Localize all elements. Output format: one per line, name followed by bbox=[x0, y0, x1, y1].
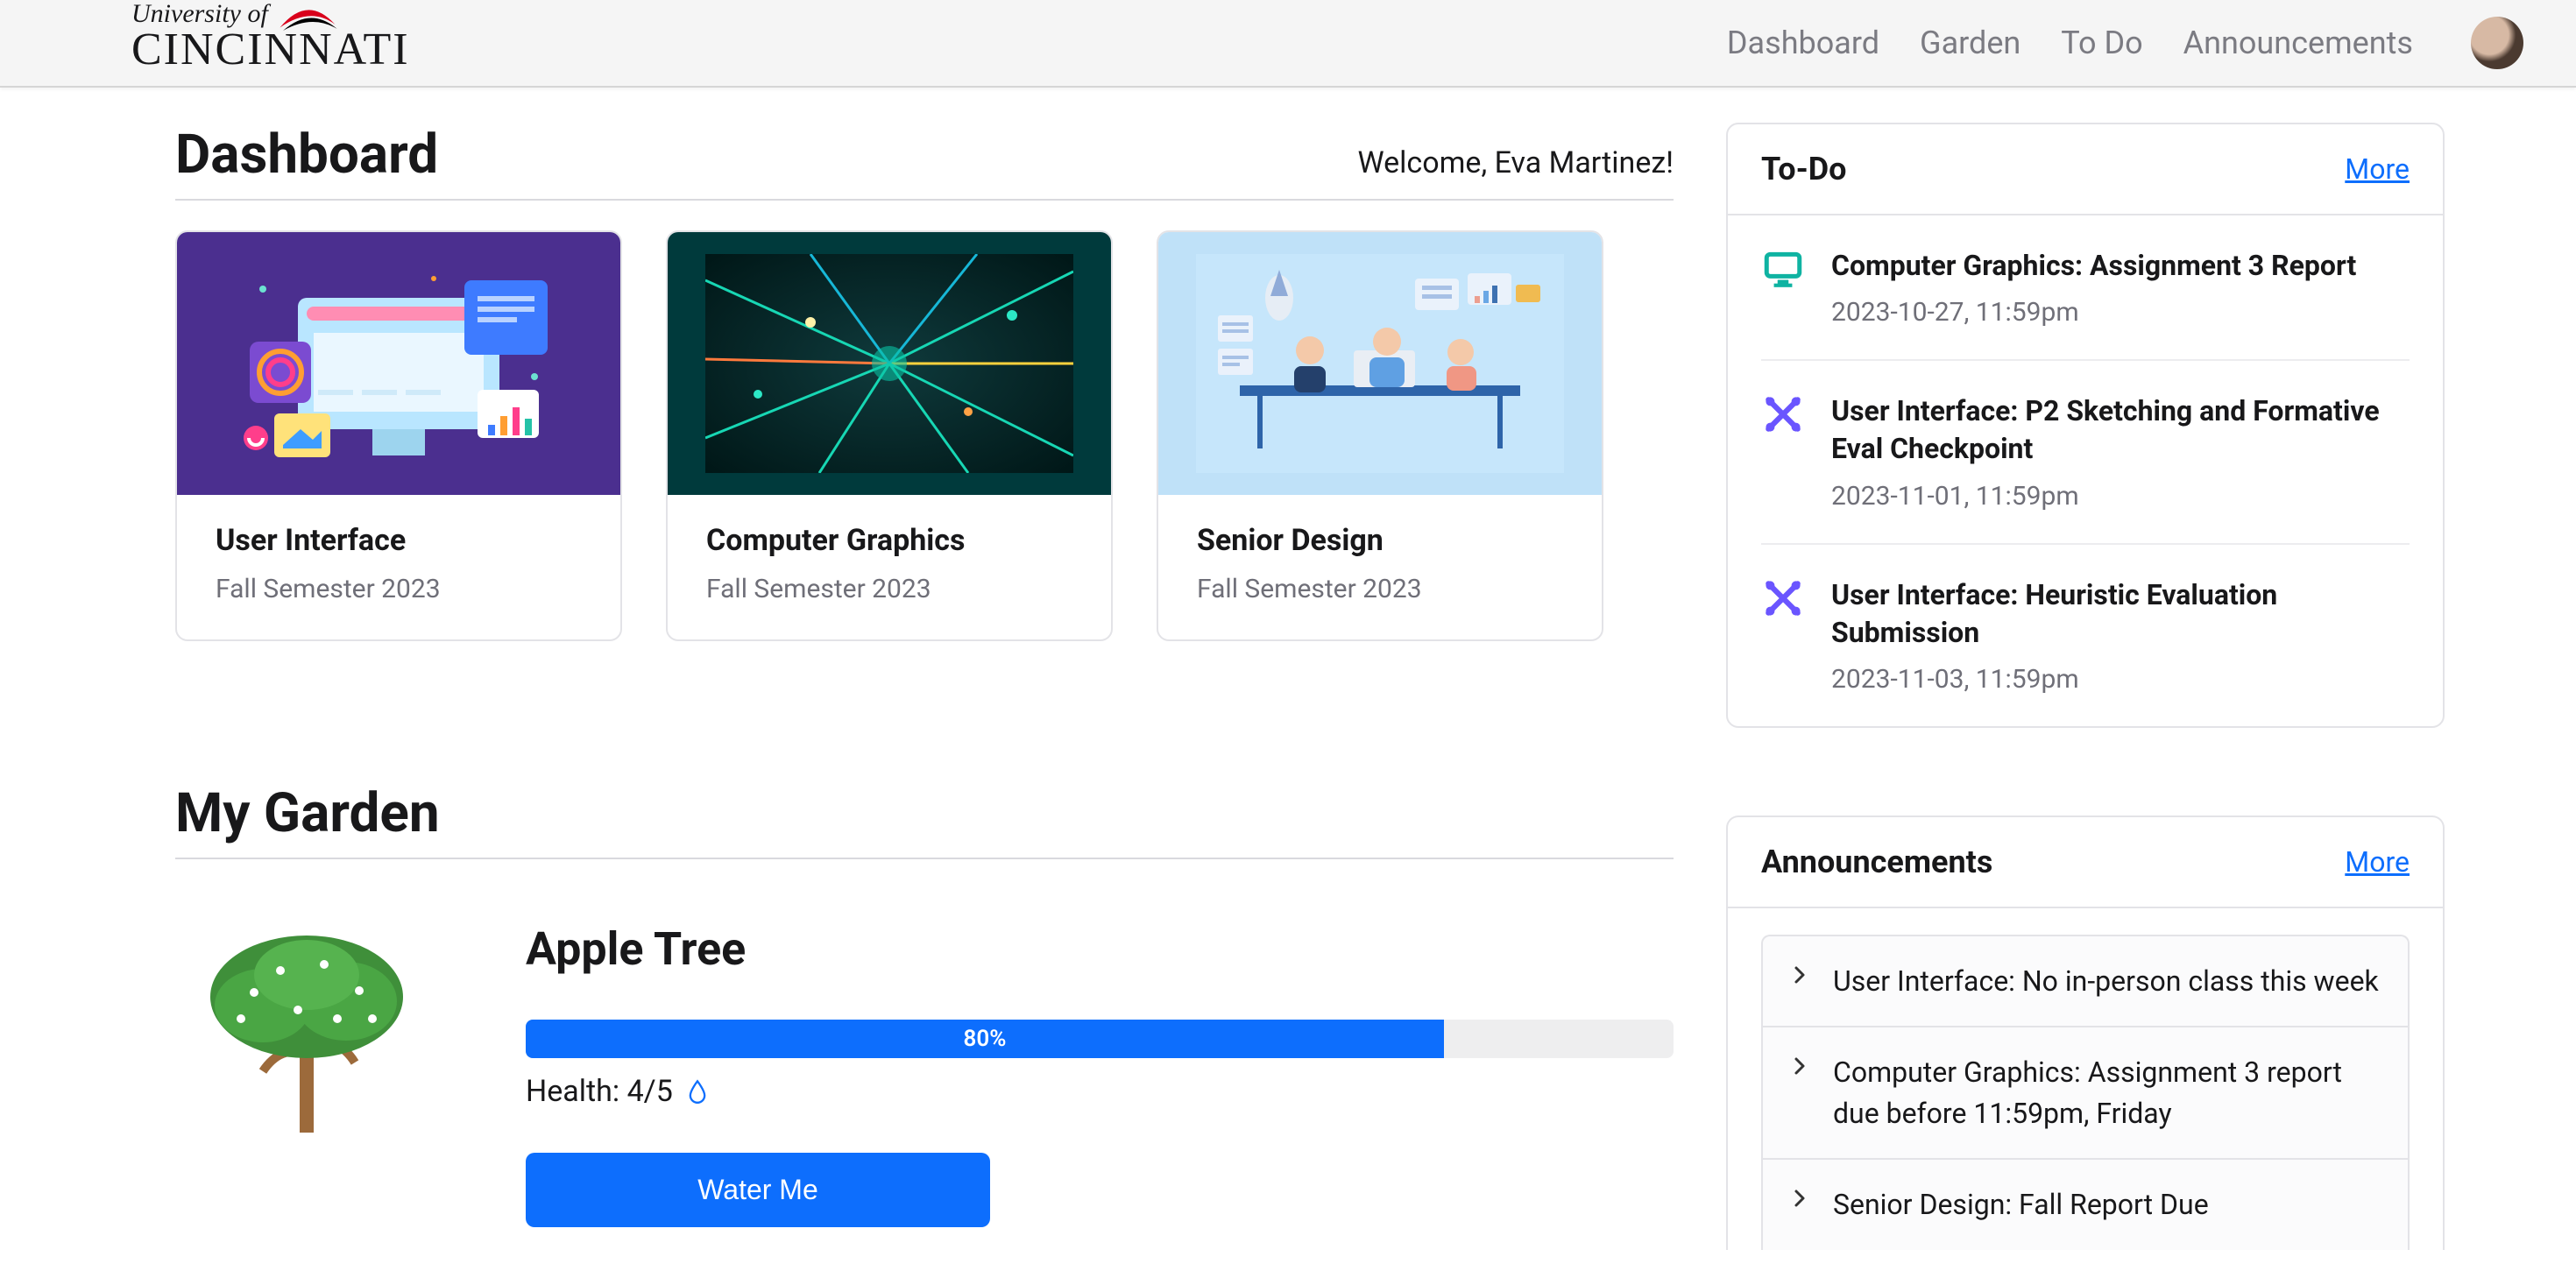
avatar[interactable] bbox=[2471, 17, 2523, 69]
brand-main-text: CINCINNATI bbox=[131, 27, 410, 73]
todo-title: User Interface: P2 Sketching and Formati… bbox=[1831, 392, 2410, 468]
course-subtitle: Fall Semester 2023 bbox=[1197, 574, 1563, 604]
course-title: Senior Design bbox=[1197, 523, 1563, 558]
course-thumb bbox=[668, 232, 1111, 495]
announcement-text: User Interface: No in-person class this … bbox=[1833, 961, 2379, 1001]
announcement-text: Senior Design: Fall Report Due bbox=[1833, 1184, 2209, 1225]
course-cards: User Interface Fall Semester 2023 bbox=[175, 230, 1674, 641]
page-title: Dashboard bbox=[175, 123, 438, 187]
chevron-right-icon bbox=[1789, 1188, 1810, 1209]
growth-progress-bar: 80% bbox=[526, 1020, 1444, 1058]
design-tools-icon bbox=[1761, 392, 1805, 436]
todo-panel-title: To-Do bbox=[1761, 151, 1847, 187]
todo-more-link[interactable]: More bbox=[2345, 152, 2410, 186]
announcement-item[interactable]: User Interface: No in-person class this … bbox=[1761, 935, 2410, 1026]
todo-date: 2023-10-27, 11:59pm bbox=[1831, 297, 2356, 328]
course-thumb bbox=[177, 232, 620, 495]
course-subtitle: Fall Semester 2023 bbox=[706, 574, 1072, 604]
course-card-user-interface[interactable]: User Interface Fall Semester 2023 bbox=[175, 230, 622, 641]
todo-title: User Interface: Heuristic Evaluation Sub… bbox=[1831, 576, 2410, 652]
brand-top-text: University of bbox=[131, 1, 268, 27]
brand-swoosh-icon bbox=[277, 1, 338, 27]
announcements-panel: Announcements More User Interface: No in… bbox=[1726, 815, 2445, 1250]
dashboard-header: Dashboard Welcome, Eva Martinez! bbox=[175, 123, 1674, 201]
course-card-computer-graphics[interactable]: Computer Graphics Fall Semester 2023 bbox=[666, 230, 1113, 641]
nav-garden[interactable]: Garden bbox=[1920, 25, 2020, 61]
top-nav: Dashboard Garden To Do Announcements bbox=[1727, 17, 2523, 69]
announcement-text: Computer Graphics: Assignment 3 report d… bbox=[1833, 1052, 2381, 1133]
water-drop-icon bbox=[685, 1079, 710, 1104]
course-subtitle: Fall Semester 2023 bbox=[216, 574, 582, 604]
nav-dashboard[interactable]: Dashboard bbox=[1727, 25, 1879, 61]
course-thumb bbox=[1158, 232, 1602, 495]
todo-item[interactable]: User Interface: Heuristic Evaluation Sub… bbox=[1761, 545, 2410, 726]
health-label: Health: 4/5 bbox=[526, 1074, 673, 1109]
chevron-right-icon bbox=[1789, 964, 1810, 985]
todo-date: 2023-11-03, 11:59pm bbox=[1831, 664, 2410, 695]
todo-panel: To-Do More Computer Graphics: Assignment… bbox=[1726, 123, 2445, 728]
announcements-panel-title: Announcements bbox=[1761, 844, 1992, 880]
topbar: University of CINCINNATI Dashboard Garde… bbox=[0, 0, 2576, 88]
plant-image bbox=[175, 922, 438, 1141]
garden-header: My Garden bbox=[175, 781, 1674, 859]
garden-title: My Garden bbox=[175, 781, 440, 845]
plant-health: Health: 4/5 bbox=[526, 1074, 1674, 1109]
course-title: User Interface bbox=[216, 523, 582, 558]
announcement-item[interactable]: Computer Graphics: Assignment 3 report d… bbox=[1761, 1026, 2410, 1158]
chevron-right-icon bbox=[1789, 1056, 1810, 1077]
brand-logo: University of CINCINNATI bbox=[131, 1, 410, 73]
todo-date: 2023-11-01, 11:59pm bbox=[1831, 481, 2410, 512]
water-me-button[interactable]: Water Me bbox=[526, 1153, 990, 1227]
course-title: Computer Graphics bbox=[706, 523, 1072, 558]
welcome-text: Welcome, Eva Martinez! bbox=[1357, 145, 1674, 180]
nav-announcements[interactable]: Announcements bbox=[2183, 25, 2413, 61]
course-card-senior-design[interactable]: Senior Design Fall Semester 2023 bbox=[1157, 230, 1603, 641]
announcement-item[interactable]: Senior Design: Fall Report Due bbox=[1761, 1158, 2410, 1249]
design-tools-icon bbox=[1761, 576, 1805, 620]
todo-title: Computer Graphics: Assignment 3 Report bbox=[1831, 247, 2356, 285]
announcements-more-link[interactable]: More bbox=[2345, 845, 2410, 879]
todo-item[interactable]: Computer Graphics: Assignment 3 Report 2… bbox=[1761, 215, 2410, 361]
nav-todo[interactable]: To Do bbox=[2061, 25, 2142, 61]
todo-item[interactable]: User Interface: P2 Sketching and Formati… bbox=[1761, 361, 2410, 544]
plant-name: Apple Tree bbox=[526, 922, 1674, 976]
growth-progress: 80% bbox=[526, 1020, 1674, 1058]
monitor-icon bbox=[1761, 247, 1805, 291]
